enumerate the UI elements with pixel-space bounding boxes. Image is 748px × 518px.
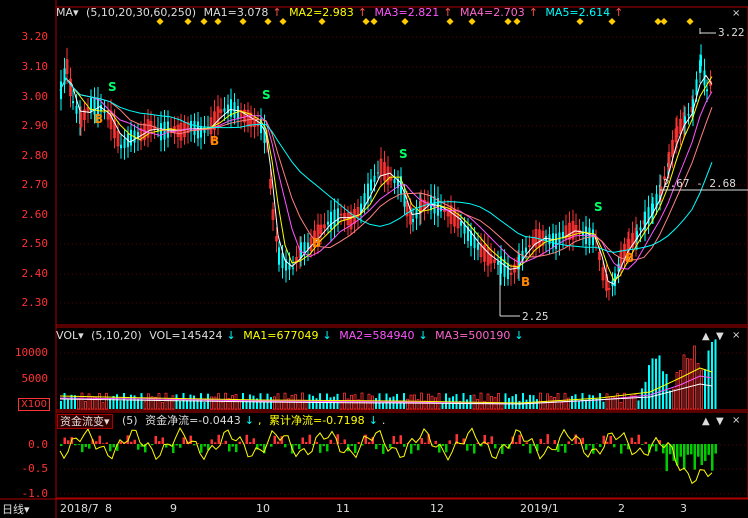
up-arrow-icon: ↑ [443,6,453,19]
buy-signal: B [210,134,220,148]
down-arrow-icon: ↓ [418,329,428,342]
vol-ma3: MA3=500190 [435,329,511,342]
panel-up-icon[interactable]: ▲ [702,416,710,427]
low-price-label: 2.25 [522,310,549,323]
x-tick: 3 [680,502,687,515]
sell-signal: S [108,80,117,94]
moving-average-lines [59,74,713,285]
up-arrow-icon: ↑ [357,6,368,19]
ma1-value: MA1=3.078 [203,6,269,19]
high-price-label: 3.22 [718,26,745,39]
buy-signal: B [94,112,104,126]
volume-bars [59,339,717,410]
panel-close-icon[interactable]: × [732,8,740,19]
panel-down-icon[interactable]: ▼ [716,416,724,427]
down-arrow-icon: ↓ [226,329,236,342]
fund-separator: , [258,414,262,427]
fund-flow-selector[interactable]: 资金流变▾ [57,414,113,429]
vol-y-tick: 10000 [14,346,48,359]
period-label: 日线 [2,503,24,516]
event-marker-icon [660,17,668,26]
fund-net-value: 资金净流=-0.0443 [145,414,241,427]
up-arrow-icon: ↑ [272,6,282,19]
x-tick: 2019/1 [520,502,559,515]
down-arrow-icon: ↓ [322,329,332,342]
y-tick: 2.50 [21,237,49,250]
panel-close-icon[interactable]: × [732,415,740,426]
buy-signal: B [521,275,531,289]
chart-canvas[interactable] [0,0,748,518]
x-tick: 10 [256,502,270,515]
ma4-value: MA4=2.703 [459,6,525,19]
ma5-value: MA5=2.614 [545,6,611,19]
fund-y-tick: 0.0 [28,438,48,451]
up-arrow-icon: ↑ [614,6,624,19]
fund-indicator-header: (5) 资金净流=-0.0443 ↓, 累计净流=-0.7198 ↓. [122,414,389,428]
panel-up-icon[interactable]: ▲ [702,331,710,342]
x-tick: 9 [170,502,177,515]
x-tick: 11 [336,502,350,515]
dropdown-arrow-icon: ▾ [24,503,30,516]
buy-signal: B [312,236,322,250]
vol-value: VOL=145424 [149,329,223,342]
panel-down-icon[interactable]: ▼ [716,331,724,342]
up-arrow-icon: ↑ [528,6,538,19]
volume-unit: X100 [18,398,50,411]
x-tick: 8 [105,502,112,515]
x-tick: 12 [430,502,444,515]
x-tick: 2 [618,502,625,515]
y-tick: 2.40 [21,267,49,280]
y-tick: 3.20 [21,30,49,43]
period-selector[interactable]: 日线▾ [2,501,30,517]
y-tick: 2.60 [21,208,49,221]
ma3-value: MA3=2.821 [374,6,440,19]
y-tick: 3.00 [21,90,49,103]
y-tick: 2.70 [21,178,49,191]
sell-signal: S [262,88,271,102]
vol-ma1: MA1=677049 [243,329,319,342]
y-tick: 3.10 [21,60,49,73]
vol-indicator-selector[interactable]: VOL▾ [56,329,84,342]
reference-line-label: 2.67 - 2.68 [663,177,736,190]
y-tick: 2.90 [21,119,49,132]
fund-y-tick: -1.0 [21,487,49,500]
ma-indicator-selector[interactable]: MA▾ [56,6,79,19]
fund-flow-bars [59,427,717,485]
sell-signal: S [594,200,603,214]
buy-signal: B [625,251,635,265]
vol-y-tick: 5000 [21,372,49,385]
event-marker-icon [686,17,694,26]
fund-terminator: . [381,414,386,427]
y-tick: 2.80 [21,149,49,162]
ma-params: (5,10,20,30,60,250) [86,6,197,19]
x-tick: 2018/7 [60,502,99,515]
vol-params: (5,10,20) [91,329,142,342]
price-indicator-header: MA▾ (5,10,20,30,60,250) MA1=3.078 ↑ MA2=2… [56,6,627,20]
down-arrow-icon: ↓ [368,414,378,427]
fund-cum-value: 累计净流=-0.7198 [269,414,365,427]
fund-params: (5) [122,414,138,427]
y-tick: 2.30 [21,296,49,309]
volume-indicator-header: VOL▾ (5,10,20) VOL=145424 ↓ MA1=677049 ↓ M… [56,329,528,343]
down-arrow-icon: ↓ [244,414,254,427]
fund-y-tick: -0.5 [21,462,49,475]
ma2-value: MA2=2.983 [289,6,354,19]
down-arrow-icon: ↓ [514,329,524,342]
panel-close-icon[interactable]: × [732,330,740,341]
vol-ma2: MA2=584940 [339,329,415,342]
sell-signal: S [399,147,408,161]
